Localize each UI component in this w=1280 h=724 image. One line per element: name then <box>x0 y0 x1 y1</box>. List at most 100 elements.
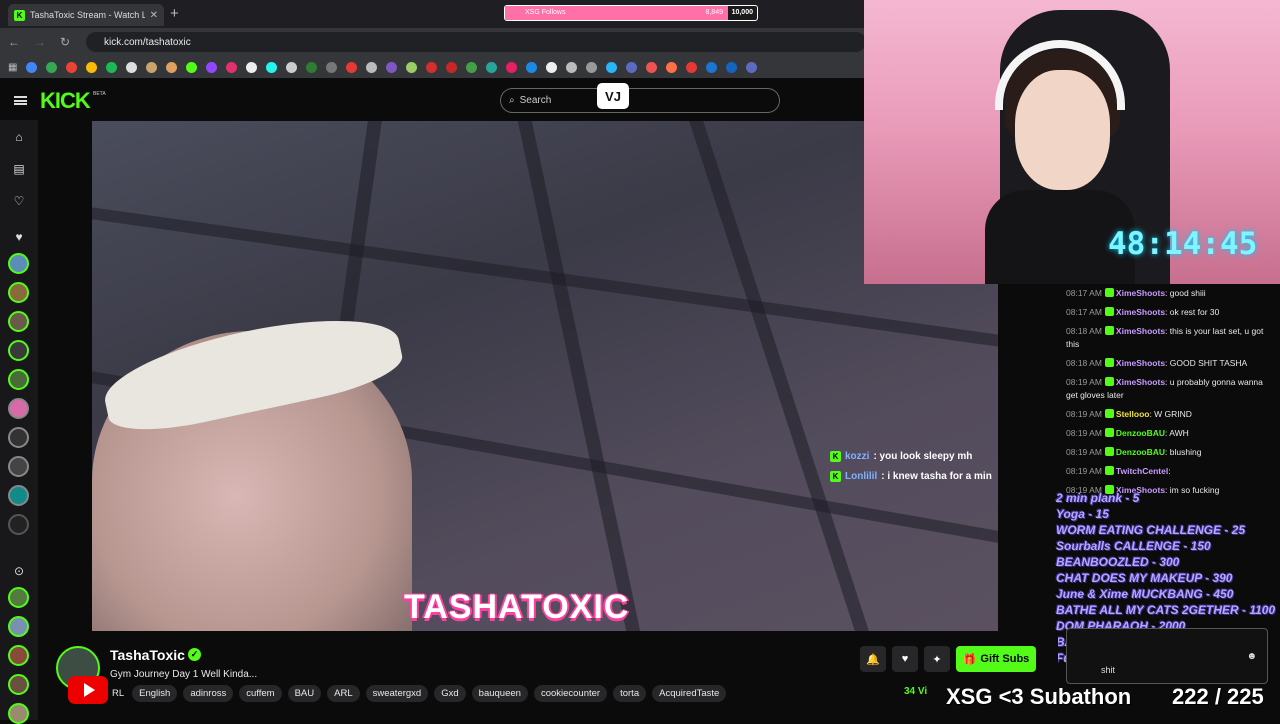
stream-tag[interactable]: adinross <box>183 685 234 702</box>
url-field[interactable]: kick.com/tashatoxic <box>86 32 866 52</box>
stream-tag[interactable]: cuffem <box>239 685 282 702</box>
bookmark-icon[interactable] <box>326 61 338 73</box>
favorites-heart-icon[interactable]: ♥ <box>10 228 28 246</box>
chat-username[interactable]: XimeShoots <box>1116 358 1165 368</box>
video-player[interactable] <box>92 121 998 631</box>
bookmark-icon[interactable] <box>386 61 398 73</box>
reload-icon[interactable]: ↻ <box>60 35 70 49</box>
bookmark-icon[interactable] <box>366 61 378 73</box>
follow-heart-button[interactable]: ♥ <box>892 646 918 672</box>
followed-channel-avatar[interactable] <box>8 311 29 332</box>
close-tab-icon[interactable]: ✕ <box>150 10 158 21</box>
bookmark-icon[interactable] <box>606 61 618 73</box>
bookmark-icon[interactable] <box>66 61 78 73</box>
back-icon[interactable]: ← <box>8 35 20 49</box>
bookmark-icon[interactable] <box>666 61 678 73</box>
bookmark-icon[interactable] <box>126 61 138 73</box>
bookmark-icon[interactable] <box>726 61 738 73</box>
bookmark-icon[interactable] <box>266 61 278 73</box>
bookmark-icon[interactable] <box>106 61 118 73</box>
stream-tag[interactable]: sweatergxd <box>365 685 429 702</box>
followed-channel-avatar[interactable] <box>8 282 29 303</box>
notification-bell-button[interactable]: 🔔 <box>860 646 886 672</box>
stream-tag[interactable]: AcquiredTaste <box>652 685 727 702</box>
bookmark-icon[interactable] <box>566 61 578 73</box>
followed-channel-avatar[interactable] <box>8 485 29 506</box>
chat-input[interactable]: shit ☻ <box>1066 628 1268 684</box>
followed-channel-avatar[interactable] <box>8 253 29 274</box>
followed-channel-avatar[interactable] <box>8 340 29 361</box>
browser-tab[interactable]: K TashaToxic Stream - Watch Live ✕ <box>8 4 164 26</box>
recommended-channel-avatar[interactable] <box>8 587 29 608</box>
recommended-channel-avatar[interactable] <box>8 674 29 695</box>
menu-item: CHAT DOES MY MAKEUP - 390 <box>1056 571 1233 585</box>
bookmark-icon[interactable] <box>486 61 498 73</box>
bookmark-icon[interactable] <box>46 61 58 73</box>
chat-username[interactable]: XimeShoots <box>1116 307 1165 317</box>
following-icon[interactable]: ♡ <box>10 192 28 210</box>
bookmark-icon[interactable] <box>346 61 358 73</box>
stream-tag[interactable]: BAU <box>287 685 322 702</box>
menu-hamburger-icon[interactable] <box>14 96 27 105</box>
bookmark-icon[interactable] <box>546 61 558 73</box>
bookmark-icon[interactable] <box>146 61 158 73</box>
home-icon[interactable]: ⌂ <box>10 128 28 146</box>
stream-tag[interactable]: English <box>132 685 178 702</box>
channel-name[interactable]: TashaToxic <box>110 647 185 663</box>
recommended-channel-avatar[interactable] <box>8 645 29 666</box>
stream-tag[interactable]: ARL <box>327 685 360 702</box>
stream-tag[interactable]: torta <box>613 685 647 702</box>
bookmark-icon[interactable] <box>286 61 298 73</box>
bookmark-icon[interactable] <box>746 61 758 73</box>
bookmark-icon[interactable] <box>466 61 478 73</box>
subathon-label: XSG <3 Subathon <box>946 684 1132 709</box>
bookmark-icon[interactable] <box>526 61 538 73</box>
live-radio-icon[interactable]: ⊙ <box>10 562 28 580</box>
new-tab-button[interactable]: + <box>170 5 179 22</box>
bookmark-icon[interactable] <box>626 61 638 73</box>
share-button[interactable]: ✦ <box>924 646 950 672</box>
chat-username[interactable]: XimeShoots <box>1116 326 1165 336</box>
followed-channel-avatar[interactable] <box>8 369 29 390</box>
bookmark-icon[interactable] <box>246 61 258 73</box>
chat-username[interactable]: DenzooBAU <box>1116 447 1165 457</box>
bookmark-icon[interactable] <box>306 61 318 73</box>
chat-username[interactable]: Stellooo <box>1116 409 1150 419</box>
bookmark-icon[interactable] <box>186 61 198 73</box>
emoji-icon[interactable]: ☻ <box>1246 651 1257 662</box>
bookmark-icon[interactable] <box>686 61 698 73</box>
bookmark-icon[interactable] <box>86 61 98 73</box>
followed-channel-avatar[interactable] <box>8 398 29 419</box>
search-input[interactable]: ⌕ Search <box>500 88 780 113</box>
chat-username[interactable]: XimeShoots <box>1116 377 1165 387</box>
bookmark-icon[interactable] <box>446 61 458 73</box>
bookmark-icon[interactable] <box>406 61 418 73</box>
chat-username[interactable]: DenzooBAU <box>1116 428 1165 438</box>
recommended-channel-avatar[interactable] <box>8 703 29 724</box>
bookmark-icon[interactable] <box>226 61 238 73</box>
overlay-chat-user: Lonlilil <box>845 471 878 482</box>
recommended-channel-avatar[interactable] <box>8 616 29 637</box>
chat-username[interactable]: XimeShoots <box>1116 288 1165 298</box>
stream-tag[interactable]: bauqueen <box>471 685 528 702</box>
stream-tag[interactable]: RL <box>110 685 126 702</box>
bookmark-icon[interactable] <box>26 61 38 73</box>
followed-channel-avatar[interactable] <box>8 427 29 448</box>
stream-tag[interactable]: Gxd <box>434 685 466 702</box>
apps-grid-icon[interactable]: ▦ <box>8 62 17 73</box>
followed-channel-avatar[interactable] <box>8 514 29 535</box>
bookmark-icon[interactable] <box>586 61 598 73</box>
bookmark-icon[interactable] <box>166 61 178 73</box>
chat-username[interactable]: TwitchCentel <box>1116 466 1168 476</box>
bookmark-icon[interactable] <box>506 61 518 73</box>
bookmark-icon[interactable] <box>706 61 718 73</box>
browse-icon[interactable]: ▤ <box>10 160 28 178</box>
kick-logo[interactable]: KICK <box>40 88 91 114</box>
followed-channel-avatar[interactable] <box>8 456 29 477</box>
gift-subs-button[interactable]: 🎁 Gift Subs <box>956 646 1036 672</box>
stream-tag[interactable]: cookiecounter <box>533 685 608 702</box>
forward-icon[interactable]: → <box>34 35 46 49</box>
bookmark-icon[interactable] <box>646 61 658 73</box>
bookmark-icon[interactable] <box>426 61 438 73</box>
bookmark-icon[interactable] <box>206 61 218 73</box>
